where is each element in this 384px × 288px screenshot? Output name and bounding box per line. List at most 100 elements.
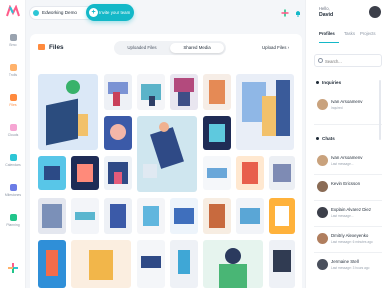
contact-status: Last message...: [331, 214, 354, 218]
cloud-icon: [9, 124, 17, 131]
folder-icon: [9, 94, 17, 101]
sidebar-item-label: Milestones: [4, 192, 22, 197]
sidebar-item-brno[interactable]: Brno: [0, 34, 26, 58]
media-thumbnail[interactable]: [170, 198, 198, 234]
search-icon: [318, 58, 323, 63]
media-thumbnail[interactable]: [269, 198, 295, 234]
chevron-right-icon: ›: [287, 45, 290, 50]
invite-team-button[interactable]: + Invite your team: [86, 4, 134, 21]
chat-item[interactable]: Kevin Ericsson: [314, 178, 382, 198]
contact-status: Last message: 3 hours ago: [331, 266, 370, 270]
media-thumbnail[interactable]: [203, 198, 231, 234]
media-thumbnail[interactable]: [38, 240, 66, 288]
chat-item[interactable]: Jermaine Stell Last message: 3 hours ago: [314, 256, 382, 276]
sidebar-item-planning[interactable]: Planning: [0, 214, 26, 238]
right-panel-tabs: Profiles Tasks Projects: [314, 31, 382, 41]
sidebar-item-calendars[interactable]: Calendars: [0, 154, 26, 178]
contact-name: Jermaine Stell: [331, 259, 359, 264]
tab-profiles[interactable]: Profiles: [319, 31, 335, 36]
media-thumbnail[interactable]: [236, 198, 264, 234]
media-thumbnail[interactable]: [71, 198, 99, 234]
media-thumbnail[interactable]: [137, 116, 197, 192]
avatar: [317, 155, 328, 166]
media-thumbnail[interactable]: [269, 156, 295, 190]
inquiry-item[interactable]: Ivan Arsoamenv Inquired: [314, 96, 382, 116]
grid-icon: [9, 34, 17, 41]
tab-tasks[interactable]: Tasks: [344, 31, 355, 36]
media-thumbnail[interactable]: [170, 240, 198, 288]
media-thumbnail[interactable]: [71, 156, 99, 190]
tab-projects[interactable]: Projects: [360, 31, 376, 36]
scrollbar[interactable]: [379, 80, 381, 140]
contact-status: Last message: 6 minutes ago: [331, 240, 373, 244]
search-box: [314, 54, 382, 67]
active-tab-indicator: [319, 42, 339, 43]
media-thumbnail[interactable]: [38, 198, 66, 234]
media-thumbnail[interactable]: [104, 116, 132, 150]
contact-name: Explain Alvarez Diez: [331, 207, 372, 212]
contact-status: Inquired: [331, 106, 343, 110]
add-icon[interactable]: [281, 9, 289, 17]
media-thumbnail[interactable]: [137, 240, 165, 288]
notification-bell-icon[interactable]: [294, 9, 302, 17]
media-thumbnail[interactable]: [170, 74, 198, 110]
sidebar-item-label: Calendars: [5, 162, 21, 167]
workspace-icon: [33, 10, 39, 16]
milestone-icon: [9, 184, 17, 191]
calendar-icon: [9, 154, 17, 161]
sidebar-item-clouds[interactable]: Clouds: [0, 124, 26, 148]
plus-icon: +: [89, 8, 98, 17]
media-thumbnail[interactable]: [104, 198, 132, 234]
page-title: Files: [38, 44, 64, 51]
bullet-icon: [316, 81, 319, 84]
divider: [314, 200, 382, 201]
media-thumbnail[interactable]: [236, 156, 264, 190]
sidebar-item-trolls[interactable]: Trolls: [0, 64, 26, 88]
chat-item[interactable]: Explain Alvarez Diez Last message...: [314, 204, 382, 224]
avatar: [317, 233, 328, 244]
add-app-button[interactable]: [7, 262, 19, 274]
media-thumbnail[interactable]: [203, 116, 231, 150]
media-thumbnail[interactable]: [38, 74, 98, 150]
chats-heading: Chats: [316, 136, 335, 141]
folder-icon: [38, 44, 45, 50]
media-thumbnail[interactable]: [203, 156, 231, 190]
media-thumbnail[interactable]: [203, 74, 231, 110]
files-tab-switch: Uploaded Files Shared Media: [114, 41, 226, 55]
upload-files-link[interactable]: Upload Files ›: [262, 45, 289, 50]
left-sidebar: Brno Trolls Files Clouds Calendars Miles…: [0, 0, 26, 288]
contact-status: Last message...: [331, 162, 354, 166]
planning-icon: [9, 214, 17, 221]
chat-item[interactable]: Dmitriy Alexeyenko Last message: 6 minut…: [314, 230, 382, 250]
inquiries-label: Inquiries: [322, 80, 342, 85]
contact-name: Ivan Arsoamenv: [331, 155, 363, 160]
media-thumbnail[interactable]: [104, 156, 132, 190]
files-panel: Files Uploaded Files Shared Media Upload…: [30, 34, 302, 288]
sidebar-item-label: Files: [9, 102, 17, 107]
sidebar-item-milestones[interactable]: Milestones: [0, 184, 26, 208]
chat-item[interactable]: Ivan Arsoamenv Last message...: [314, 152, 382, 172]
divider: [314, 124, 382, 125]
media-thumbnail[interactable]: [137, 198, 165, 234]
sidebar-item-files[interactable]: Files: [0, 94, 26, 118]
media-thumbnail[interactable]: [269, 240, 295, 288]
media-thumbnail[interactable]: [203, 240, 263, 288]
search-input[interactable]: [325, 57, 379, 65]
media-thumbnail[interactable]: [137, 74, 165, 110]
right-panel: Hello, David Profiles Tasks Projects Inq…: [305, 0, 384, 288]
sidebar-item-label: Clouds: [7, 132, 19, 137]
chats-label: Chats: [322, 136, 335, 141]
media-thumbnail[interactable]: [71, 240, 131, 288]
tab-uploaded-files[interactable]: Uploaded Files: [116, 43, 168, 53]
app-logo-icon[interactable]: [6, 5, 20, 17]
media-thumbnail[interactable]: [38, 156, 66, 190]
media-thumbnail[interactable]: [104, 74, 132, 110]
media-thumbnail[interactable]: [236, 74, 294, 150]
avatar: [317, 259, 328, 270]
divider: [314, 174, 382, 175]
colorful-plus-icon: [8, 263, 18, 273]
user-avatar[interactable]: [369, 6, 381, 18]
tab-shared-media[interactable]: Shared Media: [170, 43, 224, 53]
greeting: Hello,: [319, 6, 330, 11]
contact-name: Ivan Arsoamenv: [331, 99, 363, 104]
